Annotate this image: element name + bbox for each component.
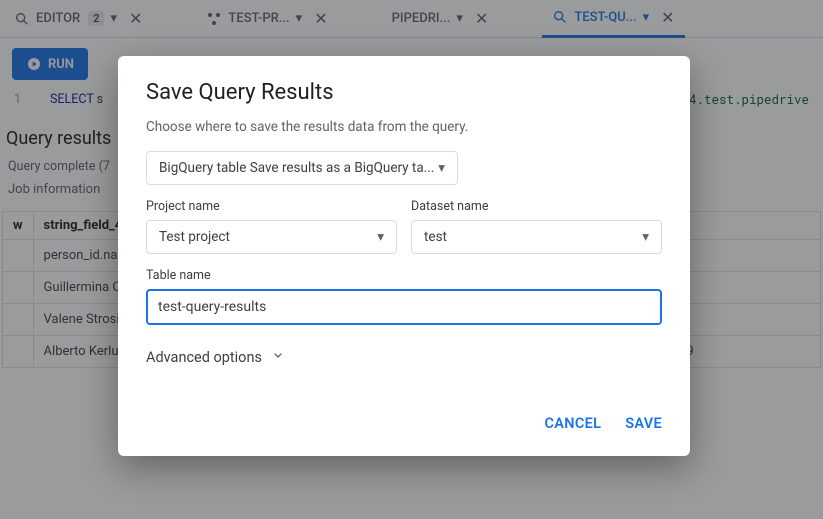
save-button[interactable]: SAVE bbox=[625, 415, 662, 432]
chevron-down-icon: ▾ bbox=[642, 229, 649, 245]
project-name-value: Test project bbox=[159, 229, 230, 245]
dialog-subtitle: Choose where to save the results data fr… bbox=[146, 119, 662, 135]
destination-select-value: BigQuery table Save results as a BigQuer… bbox=[159, 160, 434, 176]
project-name-label: Project name bbox=[146, 199, 397, 214]
chevron-down-icon: ▾ bbox=[438, 160, 445, 176]
table-name-input[interactable] bbox=[146, 289, 662, 325]
advanced-options-label: Advanced options bbox=[146, 349, 262, 366]
destination-select[interactable]: BigQuery table Save results as a BigQuer… bbox=[146, 151, 458, 185]
chevron-down-icon bbox=[270, 347, 286, 367]
chevron-down-icon: ▾ bbox=[377, 229, 384, 245]
dataset-name-value: test bbox=[424, 229, 447, 245]
project-name-select[interactable]: Test project ▾ bbox=[146, 220, 397, 254]
dialog-title: Save Query Results bbox=[146, 80, 662, 105]
save-query-results-dialog: Save Query Results Choose where to save … bbox=[118, 56, 690, 456]
dataset-name-select[interactable]: test ▾ bbox=[411, 220, 662, 254]
table-name-label: Table name bbox=[146, 268, 662, 283]
dataset-name-label: Dataset name bbox=[411, 199, 662, 214]
advanced-options-toggle[interactable]: Advanced options bbox=[146, 347, 662, 367]
cancel-button[interactable]: CANCEL bbox=[545, 415, 602, 432]
